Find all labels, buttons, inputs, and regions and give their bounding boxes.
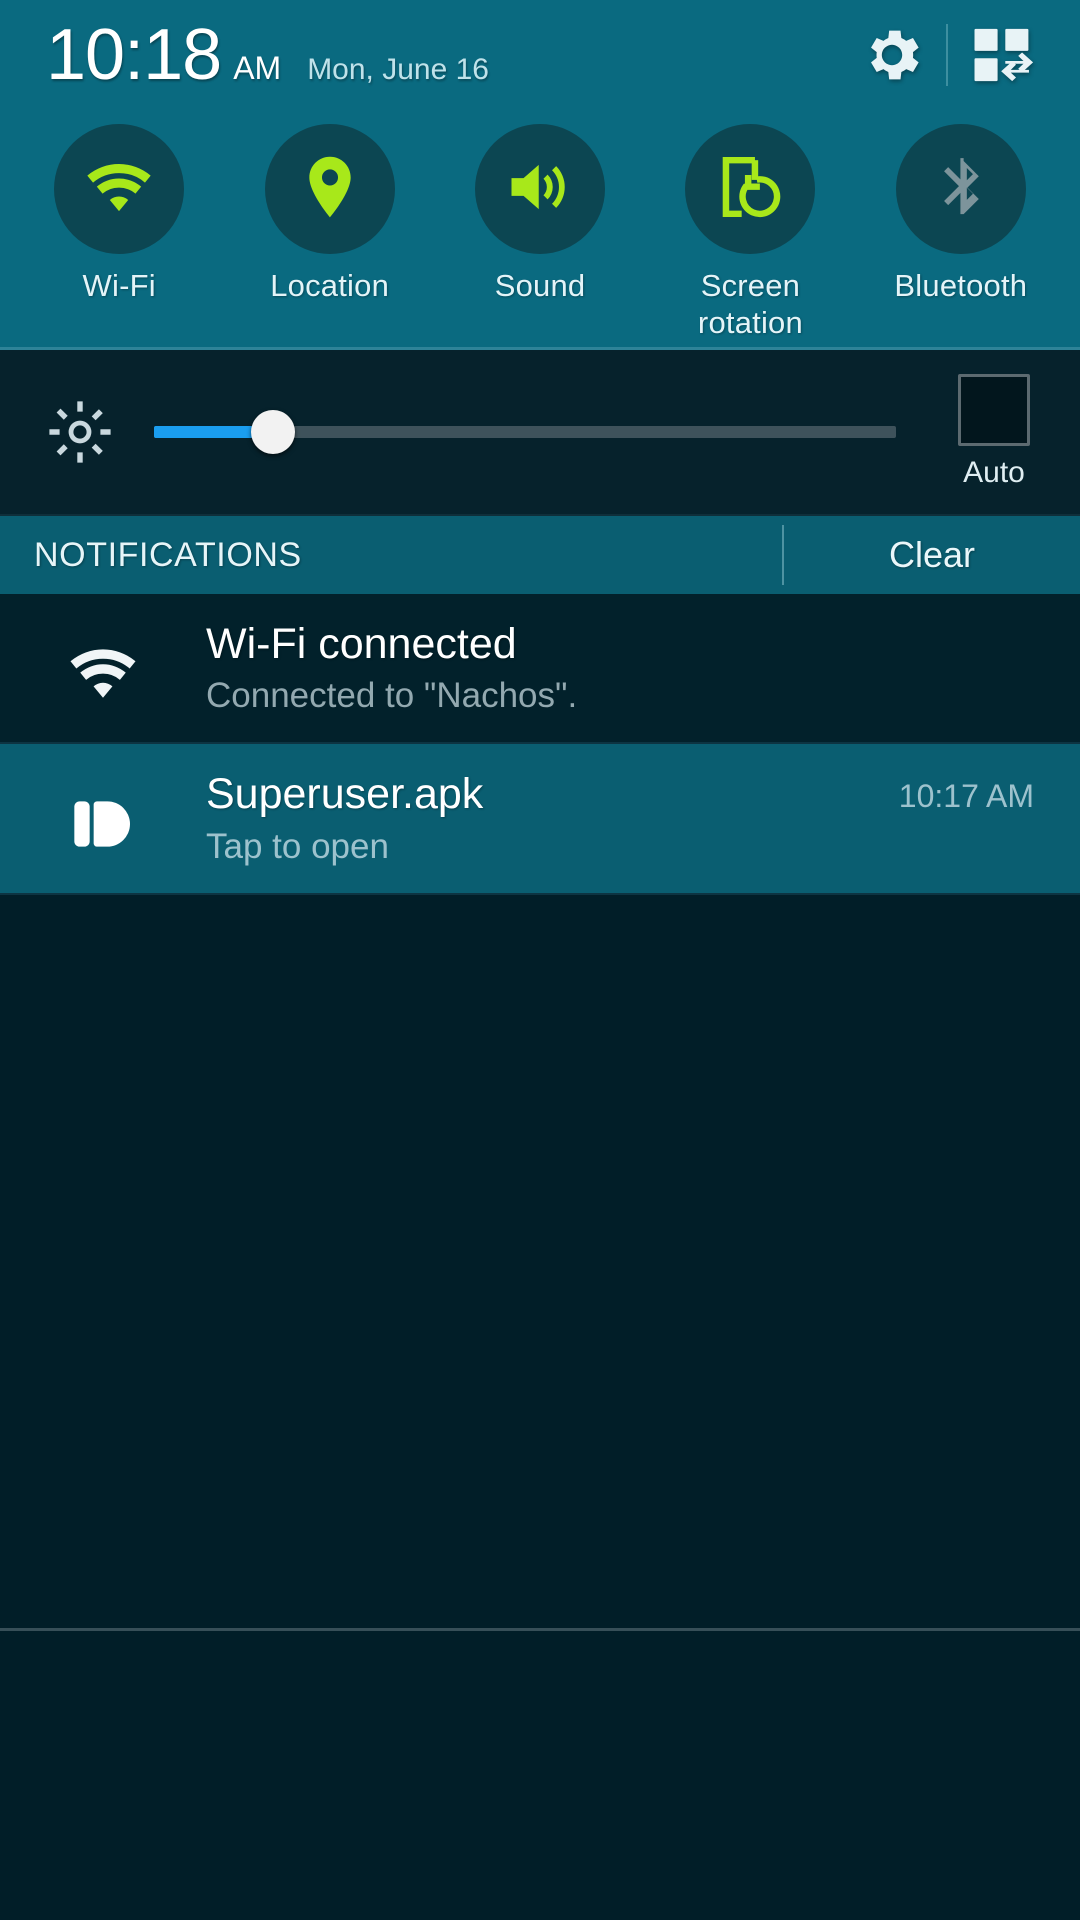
- toggle-location-label: Location: [270, 268, 390, 303]
- header-divider: [946, 24, 948, 86]
- header-actions: [844, 7, 1050, 103]
- quick-settings-button[interactable]: [954, 7, 1050, 103]
- notification-body: Superuser.apk 10:17 AM Tap to open: [206, 770, 1054, 866]
- shade-empty-area: [0, 894, 1080, 1703]
- brightness-slider[interactable]: [154, 402, 896, 462]
- brightness-row: Auto: [0, 350, 1080, 514]
- clear-notifications-button[interactable]: Clear: [784, 534, 1080, 576]
- toggle-screen-rotation-circle: [685, 124, 816, 254]
- toggle-bluetooth-label: Bluetooth: [894, 268, 1028, 303]
- notification-item-wifi[interactable]: Wi-Fi connected Connected to "Nachos".: [0, 594, 1080, 745]
- quick-settings-toggles: Wi-Fi Location Sound Screen rotation Blu…: [0, 110, 1080, 350]
- brightness-gear-icon: [40, 396, 120, 468]
- auto-brightness-label: Auto: [963, 456, 1025, 489]
- auto-brightness-checkbox[interactable]: [958, 374, 1030, 446]
- toggle-wifi-circle: [54, 124, 185, 254]
- settings-button[interactable]: [844, 7, 940, 103]
- toggle-location[interactable]: Location: [224, 124, 434, 305]
- toggle-sound-circle: [475, 124, 606, 254]
- shade-header: 10:18 AM Mon, June 16: [0, 0, 1080, 110]
- shade-drag-handle[interactable]: [0, 1627, 1080, 1631]
- bluetooth-icon: [926, 152, 996, 227]
- screen-rotation-icon: [713, 150, 787, 229]
- clock-ampm: AM: [233, 50, 282, 86]
- notification-subtitle: Connected to "Nachos".: [206, 676, 578, 716]
- notification-time: 10:17 AM: [898, 778, 1034, 815]
- quick-settings-grid-icon: [969, 22, 1035, 88]
- toggle-sound-label: Sound: [494, 268, 586, 303]
- toggle-wifi[interactable]: Wi-Fi: [14, 124, 224, 305]
- location-pin-icon: [293, 150, 367, 229]
- pushbullet-icon: [0, 770, 206, 864]
- notification-head: Wi-Fi connected: [206, 620, 1034, 668]
- notification-body: Wi-Fi connected Connected to "Nachos".: [206, 620, 1054, 716]
- toggle-sound[interactable]: Sound: [435, 124, 645, 305]
- toggle-screen-rotation[interactable]: Screen rotation: [645, 124, 855, 341]
- clock-time: 10:18: [46, 15, 222, 95]
- toggle-location-circle: [264, 124, 395, 254]
- clock-group[interactable]: 10:18 AM Mon, June 16: [46, 19, 844, 91]
- notifications-title: NOTIFICATIONS: [34, 535, 302, 574]
- wifi-icon: [81, 149, 157, 230]
- wifi-icon: [0, 620, 206, 712]
- notification-item-superuser[interactable]: Superuser.apk 10:17 AM Tap to open: [0, 744, 1080, 895]
- notifications-header: NOTIFICATIONS Clear: [0, 514, 1080, 594]
- toggle-bluetooth-circle: [895, 124, 1026, 254]
- notification-subtitle: Tap to open: [206, 826, 389, 866]
- notification-title: Superuser.apk: [206, 770, 484, 819]
- toggle-screen-rotation-label: Screen rotation: [697, 268, 803, 340]
- brightness-slider-thumb[interactable]: [250, 410, 295, 454]
- clock-date: Mon, June 16: [307, 53, 489, 86]
- toggle-wifi-label: Wi-Fi: [82, 268, 156, 303]
- gear-icon: [858, 21, 926, 89]
- auto-brightness-toggle[interactable]: Auto: [930, 374, 1058, 490]
- notification-title: Wi-Fi connected: [206, 620, 517, 668]
- toggle-bluetooth[interactable]: Bluetooth: [856, 124, 1066, 305]
- notification-list: Wi-Fi connected Connected to "Nachos". S…: [0, 594, 1080, 895]
- notification-head: Superuser.apk 10:17 AM: [206, 770, 1034, 818]
- speaker-sound-icon: [502, 149, 578, 230]
